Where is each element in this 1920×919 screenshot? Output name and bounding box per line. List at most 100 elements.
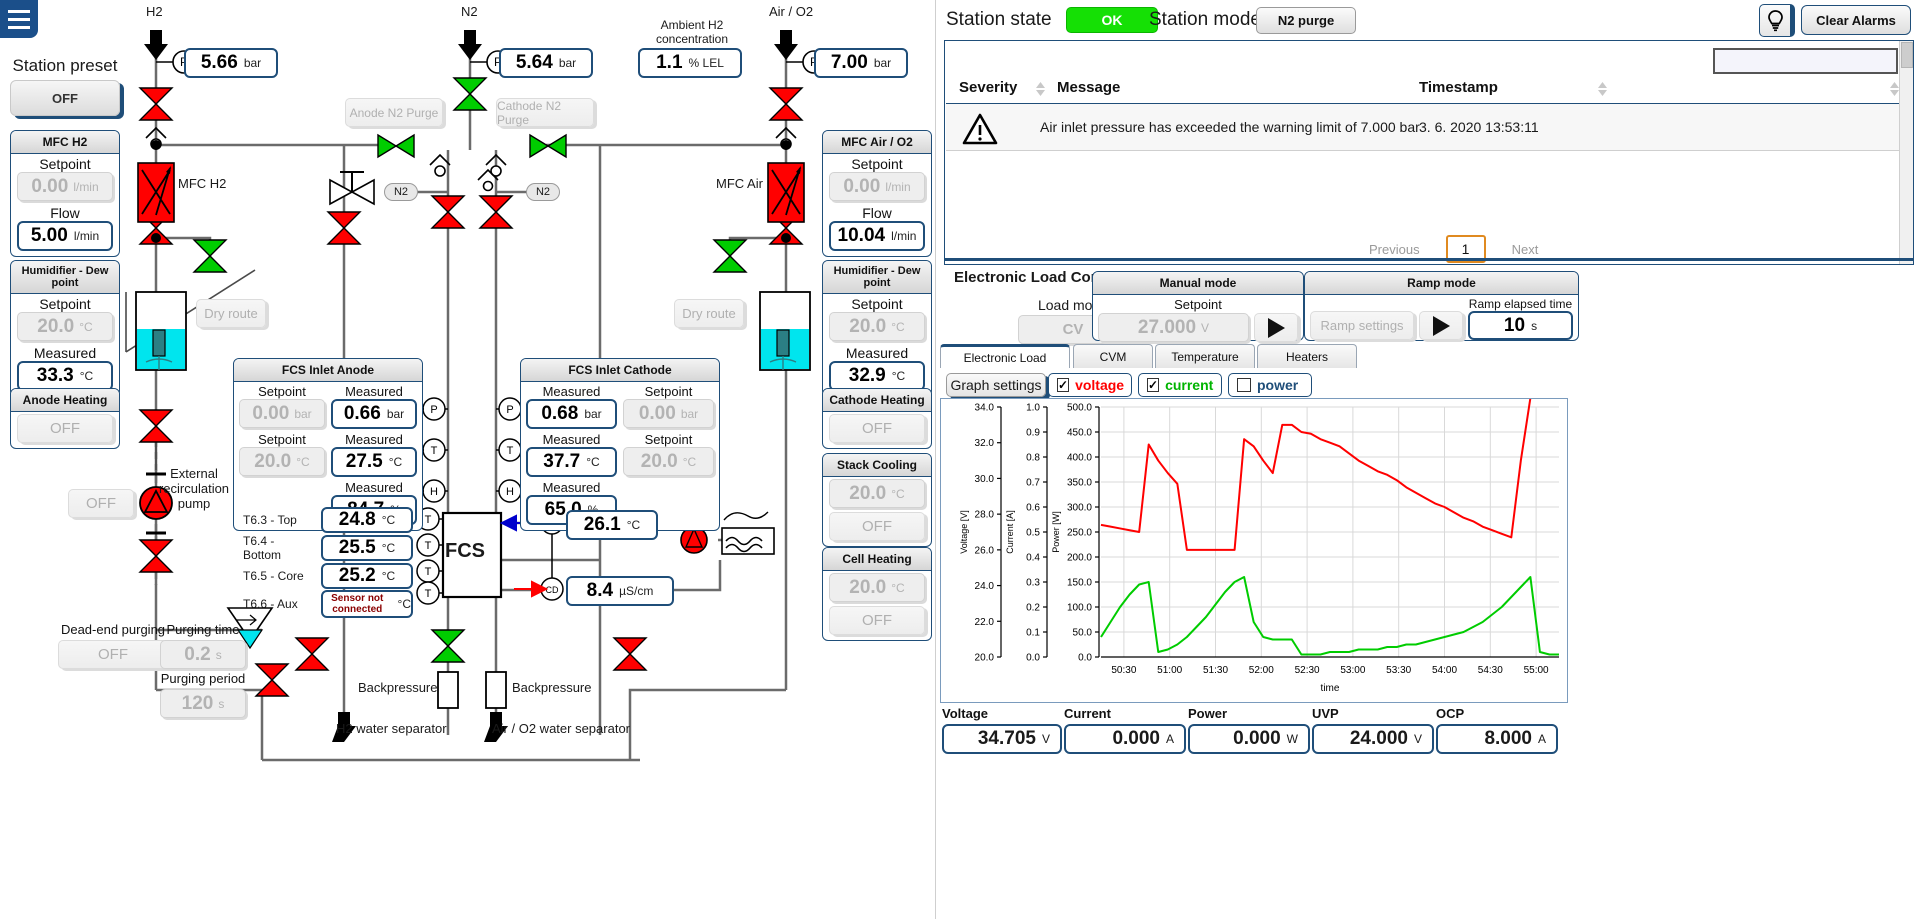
menu-button[interactable] (0, 0, 38, 38)
svg-text:T: T (425, 540, 432, 552)
manual-setpoint-field[interactable]: 27.000 V (1098, 313, 1249, 342)
dry-route-right-button[interactable]: Dry route (674, 299, 744, 328)
dry-route-left-button[interactable]: Dry route (196, 299, 266, 328)
svg-text:20.0: 20.0 (975, 653, 995, 664)
anode-p-measured-unit: bar (386, 407, 405, 421)
purging-time-field[interactable]: 0.2 s (160, 640, 246, 669)
cathode-t-setpoint-unit: °C (682, 454, 697, 469)
ramp-mode-tab[interactable]: Ramp mode (1305, 272, 1578, 295)
trend-chart[interactable]: 50:30 51:00 51:30 52:00 52:30 53:00 53:30 54:00… (940, 393, 1568, 703)
humidifier-anode-measured-field: 33.3 °C (17, 361, 113, 391)
cathode-t-setpoint-field[interactable]: 20.0 °C (623, 447, 714, 476)
mfc-h2-symbol-label: MFC H2 (178, 176, 227, 191)
alarm-scrollbar[interactable] (1899, 41, 1913, 264)
readout-current-unit: A (1165, 732, 1174, 746)
play-icon (1432, 315, 1450, 336)
tab-heaters[interactable]: Heaters (1257, 344, 1357, 368)
humidifier-cathode-setpoint-field[interactable]: 20.0 °C (829, 312, 925, 341)
cathode-p-setpoint-field[interactable]: 0.00 bar (623, 399, 714, 428)
ramp-start-button[interactable] (1419, 311, 1463, 340)
anode-t-setpoint-unit: °C (296, 454, 310, 469)
humidifier-anode-measured-value: 33.3 (36, 365, 74, 386)
pager-previous[interactable]: Previous (1369, 242, 1420, 257)
station-mode-label: Station mode (1149, 9, 1261, 30)
alarm-col-message-label: Message (1057, 79, 1121, 96)
sort-message-icon[interactable] (1597, 81, 1608, 97)
svg-text:P: P (430, 404, 437, 416)
cell-heating-button[interactable]: OFF (829, 606, 925, 635)
alarm-col-message[interactable]: Message (1057, 79, 1120, 97)
svg-text:100.0: 100.0 (1067, 603, 1092, 614)
readout-uvp-field: 24.000 V (1312, 724, 1434, 754)
cathode-p-setpoint-value: 0.00 (638, 402, 676, 424)
stack-temp-row: T6.6 - Aux Sensor not connected °C (243, 590, 413, 618)
stack-cooling-temp-field[interactable]: 20.0 °C (829, 479, 925, 508)
series-toggle-current[interactable]: ✓ current (1138, 373, 1222, 397)
svg-text:32.0: 32.0 (975, 438, 995, 449)
station-preset-button[interactable]: OFF (10, 80, 120, 116)
humidifier-cathode-measured-value: 32.9 (848, 365, 886, 386)
cell-heating-temp-unit: °C (891, 580, 905, 595)
menu-icon-bar (8, 9, 30, 13)
humidifier-anode-card: Humidifier - Dew point Setpoint 20.0 °C … (10, 260, 120, 397)
cathode-heating-button[interactable]: OFF (829, 414, 925, 443)
stack-temp-unit: °C (381, 569, 396, 583)
alarm-filter-input[interactable] (1713, 48, 1898, 74)
clear-alarms-button[interactable]: Clear Alarms (1801, 5, 1911, 35)
svg-text:500.0: 500.0 (1067, 403, 1092, 414)
mfc-air-setpoint-field[interactable]: 0.00 l/min (829, 172, 925, 201)
lamp-toggle-button[interactable] (1759, 4, 1795, 37)
stack-cooling-button[interactable]: OFF (829, 512, 925, 541)
svg-text:H: H (506, 486, 514, 498)
series-toggle-voltage[interactable]: ✓ voltage (1048, 373, 1132, 397)
tab-temperature[interactable]: Temperature (1155, 344, 1255, 368)
humidifier-anode-title: Humidifier - Dew point (11, 261, 119, 294)
graph-settings-button[interactable]: Graph settings (946, 373, 1046, 397)
backpressure-left-label: Backpressure (358, 680, 438, 695)
alarm-col-severity[interactable]: Severity (959, 79, 1017, 97)
readout-power-label: Power (1188, 706, 1228, 721)
svg-text:450.0: 450.0 (1067, 428, 1092, 439)
ramp-elapsed-unit: s (1531, 318, 1538, 333)
tab-cvm[interactable]: CVM (1073, 344, 1153, 368)
air-pressure-unit: bar (873, 56, 892, 70)
anode-heating-button[interactable]: OFF (17, 414, 113, 443)
mfc-air-flow-unit: l/min (891, 229, 917, 243)
manual-mode-tab[interactable]: Manual mode (1093, 272, 1303, 295)
n2-tag-left: N2 (384, 183, 418, 201)
n2-tag-right: N2 (526, 183, 560, 201)
stack-temp-unit: °C (397, 596, 411, 611)
readout-voltage-value: 34.705 (977, 728, 1036, 749)
tab-electronic-load[interactable]: Electronic Load (940, 344, 1070, 368)
manual-start-button[interactable] (1254, 313, 1298, 342)
anode-p-setpoint-field[interactable]: 0.00 bar (239, 399, 325, 428)
mfc-air-flow-label: Flow (862, 205, 892, 221)
series-toggle-power[interactable]: power (1228, 373, 1312, 397)
mfc-h2-setpoint-field[interactable]: 0.00 l/min (17, 172, 113, 201)
cathode-n2-purge-button[interactable]: Cathode N2 Purge (496, 98, 594, 127)
checkbox-power-icon (1237, 378, 1251, 392)
anode-n2-purge-button[interactable]: Anode N2 Purge (345, 98, 443, 127)
svg-text:T: T (425, 514, 432, 526)
readout-ocp-value: 8.000 (1484, 728, 1532, 749)
station-mode-button[interactable]: N2 purge (1256, 7, 1356, 34)
ext-pump-button[interactable]: OFF (68, 489, 134, 518)
pager-next[interactable]: Next (1512, 242, 1539, 257)
content-tabs: Electronic Load CVM Temperature Heaters (940, 344, 1580, 368)
purging-period-field[interactable]: 120 s (160, 689, 246, 718)
table-row[interactable]: Air inlet pressure has exceeded the warn… (946, 103, 1913, 151)
cell-heating-temp-field[interactable]: 20.0 °C (829, 573, 925, 602)
ramp-settings-button[interactable]: Ramp settings (1310, 311, 1414, 340)
humidifier-anode-measured-label: Measured (33, 345, 97, 361)
anode-t-setpoint-field[interactable]: 20.0 °C (239, 447, 325, 476)
alarm-col-timestamp[interactable]: Timestamp (1419, 79, 1498, 97)
alarm-scrollbar-thumb[interactable] (1901, 42, 1913, 68)
dead-end-purging-button[interactable]: OFF (58, 640, 168, 669)
readout-voltage-unit: V (1041, 732, 1050, 746)
mfc-air-flow-field: 10.04 l/min (829, 221, 925, 251)
checkbox-voltage-icon: ✓ (1057, 378, 1070, 392)
sort-severity-icon[interactable] (1035, 81, 1046, 97)
mfc-air-flow-value: 10.04 (837, 225, 886, 246)
humidifier-anode-setpoint-field[interactable]: 20.0 °C (17, 312, 113, 341)
svg-text:0.0: 0.0 (1026, 653, 1040, 664)
